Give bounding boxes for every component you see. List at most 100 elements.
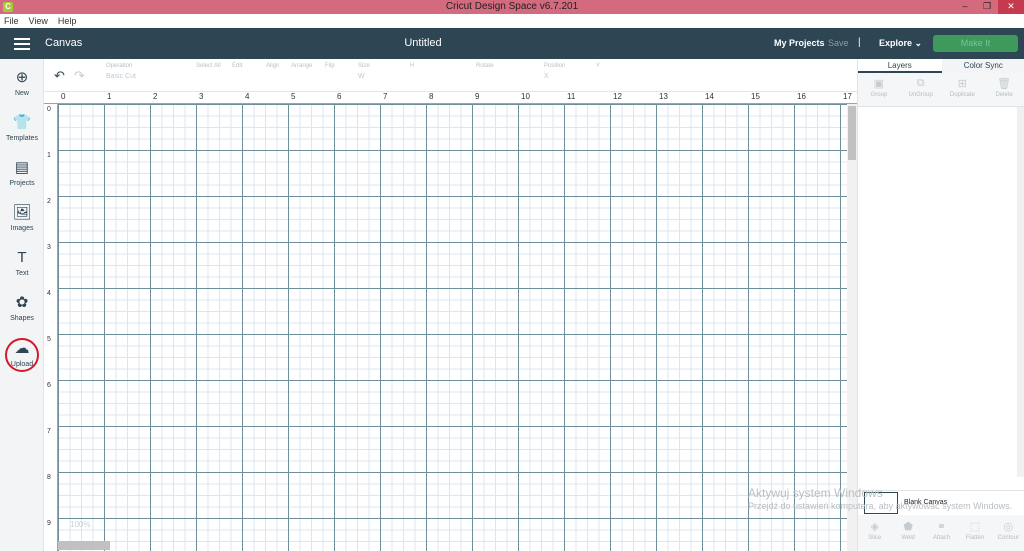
ruler-tick-label: 2 (153, 92, 158, 101)
sidebar-item-templates[interactable]: 👕 Templates (0, 114, 44, 142)
weld-button[interactable]: ⬟ Weld (891, 515, 924, 551)
document-title[interactable]: Untitled (0, 37, 846, 49)
sidebar-item-projects[interactable]: ▤ Projects (0, 159, 44, 187)
text-icon: T (17, 249, 27, 266)
flip-control[interactable]: Flip (325, 63, 335, 69)
ungroup-button[interactable]: ⧉ UnGroup (900, 73, 942, 106)
flip-label: Flip (325, 63, 335, 69)
position-y-control[interactable]: Y (596, 63, 600, 69)
position-label: Position (544, 63, 566, 69)
tab-color-sync[interactable]: Color Sync (941, 59, 1024, 73)
layers-panel: Layers Color Sync ▣ Group ⧉ UnGroup ⊞ Dupli… (857, 59, 1024, 551)
make-it-button[interactable]: Make It (933, 35, 1018, 52)
ruler-tick-label: 7 (47, 428, 51, 435)
ruler-tick-label: 10 (521, 92, 530, 101)
slice-icon: ◈ (870, 521, 879, 533)
position-x-field[interactable]: X (544, 73, 565, 80)
edit-control[interactable]: Edit (232, 63, 242, 69)
contour-button[interactable]: ◎ Contour (992, 515, 1024, 551)
explore-label: Explore (879, 38, 913, 48)
ruler-tick-label: 15 (751, 92, 760, 101)
rotate-label: Rotate (476, 63, 494, 69)
ruler-tick-label: 8 (47, 474, 51, 481)
operation-control[interactable]: Operation Basic Cut (106, 63, 136, 80)
flatten-button[interactable]: ⬚ Flatten (958, 515, 991, 551)
horizontal-scrollbar[interactable] (58, 541, 110, 550)
contour-icon: ◎ (1003, 521, 1014, 533)
duplicate-button[interactable]: ⊞ Duplicate (942, 73, 984, 106)
size-control[interactable]: Size W (358, 63, 370, 80)
menu-file[interactable]: File (4, 14, 19, 28)
sidebar-item-text[interactable]: T Text (0, 249, 44, 277)
rotate-control[interactable]: Rotate (476, 63, 494, 69)
sidebar-item-label: Projects (9, 180, 35, 187)
flatten-label: Flatten (965, 535, 985, 541)
select-all-control[interactable]: Select All (196, 63, 221, 69)
maximize-button[interactable]: ❐ (976, 0, 998, 14)
ruler-tick-label: 12 (613, 92, 622, 101)
sidebar-item-shapes[interactable]: ✿ Shapes (0, 294, 44, 322)
zoom-level[interactable]: 100% (70, 520, 90, 529)
scrollbar-thumb[interactable] (848, 106, 856, 160)
bottom-actions: ◈ Slice ⬟ Weld ⚭ Attach ⬚ Flatten ◎ Contour (858, 515, 1024, 551)
tab-layers[interactable]: Layers (858, 59, 942, 73)
ruler-tick-label: 7 (383, 92, 388, 101)
explore-menu[interactable]: Explore ⌄ (879, 38, 922, 49)
slice-button[interactable]: ◈ Slice (858, 515, 891, 551)
edit-label: Edit (232, 63, 243, 69)
ruler-tick-label: 0 (47, 106, 51, 113)
sidebar-item-images[interactable]: 🖼 Images (0, 204, 44, 232)
ruler-tick-label: 4 (245, 92, 250, 101)
ruler-tick-label: 4 (47, 290, 51, 297)
ruler-tick-label: 6 (337, 92, 342, 101)
sidebar-item-new[interactable]: ⊕ New (0, 69, 44, 97)
save-button[interactable]: Save (828, 38, 849, 48)
duplicate-icon: ⊞ (957, 78, 967, 90)
minimize-button[interactable]: – (954, 0, 976, 14)
ruler-tick-label: 2 (47, 198, 51, 205)
ruler-tick-label: 0 (61, 92, 66, 101)
undo-icon[interactable]: ↶ (54, 68, 65, 84)
attach-button[interactable]: ⚭ Attach (925, 515, 958, 551)
panel-tabs: Layers Color Sync (858, 59, 1024, 73)
ruler-tick-label: 1 (47, 152, 51, 159)
redo-icon[interactable]: ↷ (74, 68, 85, 84)
trash-icon: 🗑 (997, 78, 1012, 90)
ruler-tick-label: 17 (843, 92, 852, 101)
ruler-tick-label: 3 (199, 92, 204, 101)
size-h-control[interactable]: H (410, 63, 414, 69)
operation-select[interactable]: Basic Cut (106, 73, 136, 80)
canvas-grid[interactable] (58, 104, 847, 551)
operation-label: Operation (106, 63, 133, 69)
vertical-scrollbar[interactable] (847, 104, 857, 551)
sidebar-item-label: Text (15, 270, 29, 277)
image-icon: 🖼 (12, 204, 32, 221)
align-control[interactable]: Align (266, 63, 279, 69)
ruler-tick-label: 5 (47, 336, 51, 343)
group-label: Group (870, 92, 888, 98)
my-projects-link[interactable]: My Projects (774, 38, 825, 48)
delete-button[interactable]: 🗑 Delete (983, 73, 1024, 106)
position-control[interactable]: Position X (544, 63, 565, 80)
windows-activation-text: Przejdź do ustawień komputera, aby aktyw… (748, 501, 1013, 511)
size-label: Size (358, 63, 370, 69)
menu-help[interactable]: Help (58, 14, 77, 28)
ruler-tick-label: 11 (567, 92, 576, 101)
ruler-tick-label: 14 (705, 92, 714, 101)
shapes-icon: ✿ (15, 294, 29, 311)
left-sidebar: ⊕ New 👕 Templates ▤ Projects 🖼 Images T … (0, 59, 44, 551)
arrange-control[interactable]: Arrange (291, 63, 312, 69)
design-canvas[interactable]: 0 1 2 3 4 5 6 7 8 9 10 11 12 13 14 15 16 17 0123456789 10… (44, 92, 857, 551)
sidebar-item-label: New (14, 90, 29, 97)
group-button[interactable]: ▣ Group (858, 73, 900, 106)
contour-label: Contour (997, 535, 1019, 541)
close-button[interactable]: ✕ (998, 0, 1024, 14)
window-controls: – ❐ ✕ (954, 0, 1024, 14)
layers-scrollbar[interactable] (1017, 107, 1024, 477)
size-w-field[interactable]: W (358, 73, 370, 80)
ruler-tick-label: 6 (47, 382, 51, 389)
menu-bar: File View Help (0, 14, 1024, 28)
attach-label: Attach (933, 535, 951, 541)
menu-view[interactable]: View (29, 14, 48, 28)
notebook-icon: ▤ (14, 159, 30, 176)
